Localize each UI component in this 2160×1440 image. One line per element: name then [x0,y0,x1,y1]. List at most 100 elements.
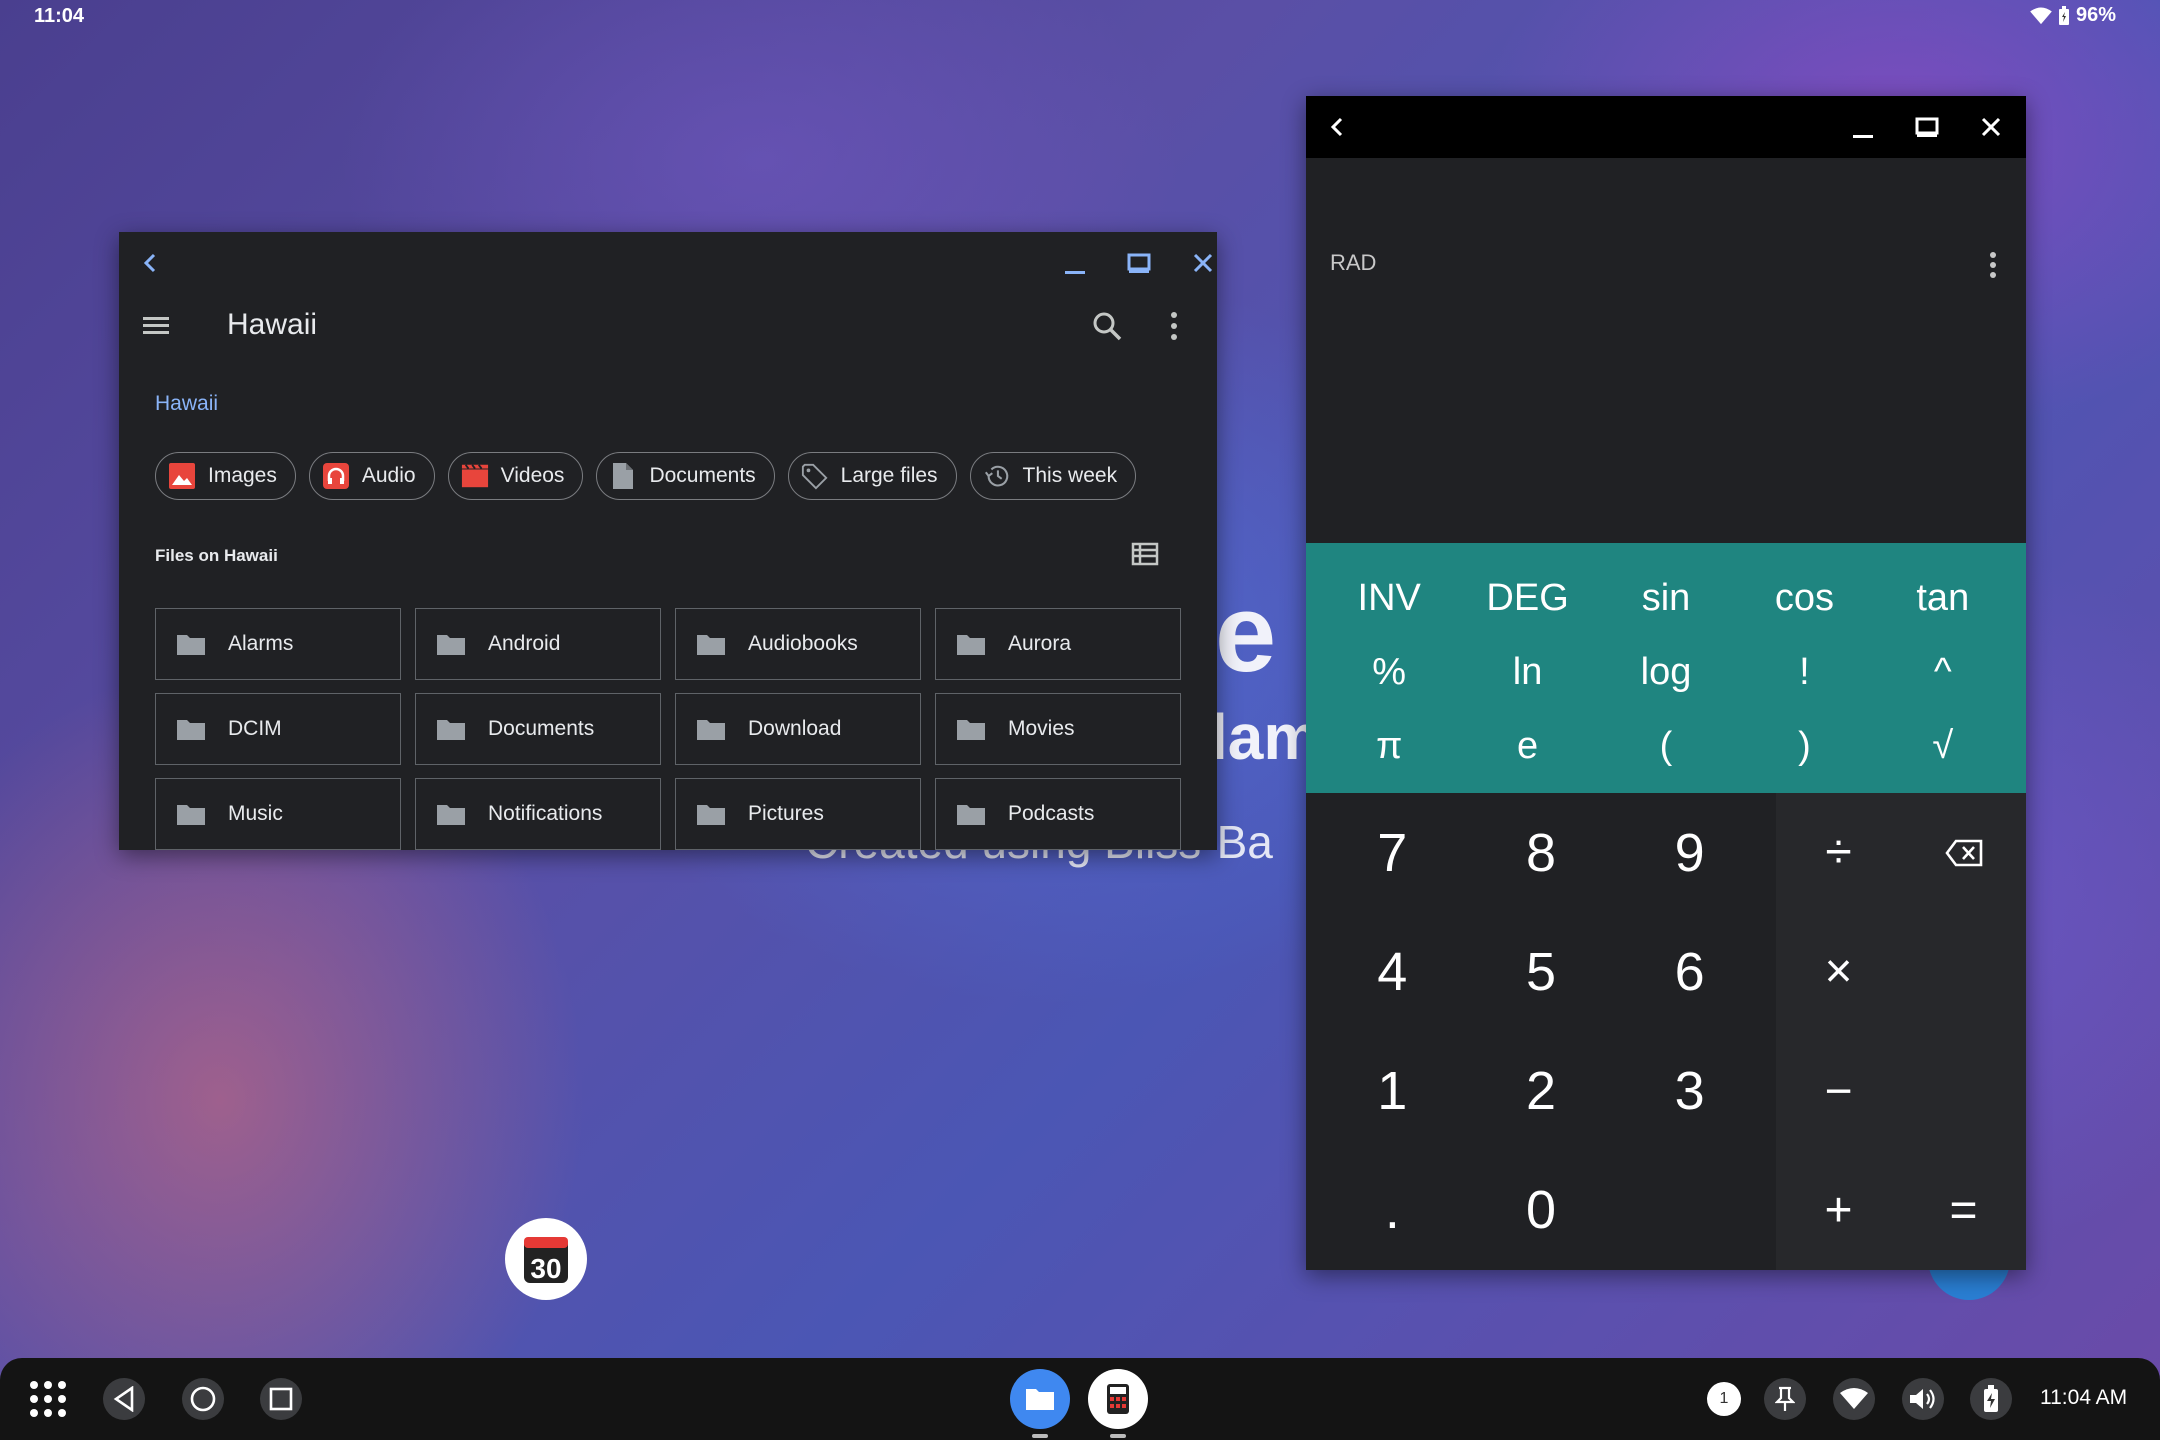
key-e[interactable]: e [1458,709,1596,783]
folder-item[interactable]: Documents [415,693,661,765]
maximize-button[interactable] [1122,246,1156,280]
breadcrumb[interactable]: Hawaii [155,392,218,416]
more-options-button[interactable] [1169,310,1179,347]
key-sqrt[interactable]: √ [1874,709,2012,783]
calendar-app-icon[interactable]: 30 [505,1218,587,1300]
battery-button[interactable] [1970,1378,2012,1420]
chip-images[interactable]: Images [155,452,296,500]
battery-charging-icon [1984,1385,1998,1412]
folder-item[interactable]: Android [415,608,661,680]
key-tan[interactable]: tan [1874,561,2012,635]
key-6[interactable]: 6 [1615,912,1764,1031]
chip-large-files[interactable]: Large files [787,452,957,500]
status-time: 11:04 [34,5,85,27]
chip-label: Audio [361,464,416,487]
key-1[interactable]: 1 [1318,1032,1467,1151]
volume-button[interactable] [1902,1378,1944,1420]
window-titlebar[interactable] [119,232,1217,294]
key-equals[interactable]: = [1901,1151,2026,1270]
calendar-day: 30 [530,1253,561,1284]
window-titlebar[interactable] [1306,96,2026,158]
advanced-functions-panel: INV DEG sin cos tan % ln log ! ^ π e ( )… [1306,543,2026,793]
key-sin[interactable]: sin [1597,561,1735,635]
key-power[interactable]: ^ [1874,635,2012,709]
key-inv[interactable]: INV [1320,561,1458,635]
key-4[interactable]: 4 [1318,912,1467,1031]
chip-label: Large files [840,464,938,487]
key-cos[interactable]: cos [1735,561,1873,635]
empty-key [1615,1151,1764,1270]
tag-icon [801,462,829,490]
folder-item[interactable]: Podcasts [935,778,1181,850]
task-files-app[interactable] [1010,1369,1070,1429]
nav-home-button[interactable] [182,1378,224,1420]
folder-item[interactable]: Movies [935,693,1181,765]
close-button[interactable] [1186,246,1217,280]
key-8[interactable]: 8 [1467,793,1616,912]
key-close-paren[interactable]: ) [1735,709,1873,783]
taskbar-clock[interactable]: 11:04 AM [2040,1386,2127,1410]
key-open-paren[interactable]: ( [1597,709,1735,783]
key-deg[interactable]: DEG [1458,561,1596,635]
folder-item[interactable]: Music [155,778,401,850]
close-button[interactable] [1974,110,2008,144]
navigation-menu-button[interactable] [141,310,171,345]
chip-this-week[interactable]: This week [969,452,1137,500]
wallpaper-text-2: lam [1210,701,1321,773]
folder-item[interactable]: Aurora [935,608,1181,680]
folder-item[interactable]: Audiobooks [675,608,921,680]
chip-label: Documents [649,464,756,487]
key-factorial[interactable]: ! [1735,635,1873,709]
search-button[interactable] [1091,310,1123,347]
key-5[interactable]: 5 [1467,912,1616,1031]
pin-button[interactable] [1764,1378,1806,1420]
folder-name: Aurora [1008,632,1072,655]
chip-audio[interactable]: Audio [308,452,435,500]
key-multiply[interactable]: × [1776,912,1901,1031]
wallpaper-text-1: e [1215,572,1277,695]
key-decimal[interactable]: . [1318,1151,1467,1270]
list-view-toggle[interactable] [1131,542,1159,571]
folder-item[interactable]: Pictures [675,778,921,850]
nav-back-button[interactable] [103,1378,145,1420]
folder-name: Music [228,802,283,825]
wifi-button[interactable] [1833,1378,1875,1420]
key-log[interactable]: log [1597,635,1735,709]
key-3[interactable]: 3 [1615,1032,1764,1151]
minimize-button[interactable] [1058,246,1092,280]
pin-icon [1775,1386,1795,1411]
chip-label: This week [1022,464,1118,487]
back-button[interactable] [133,246,167,280]
nav-recents-button[interactable] [260,1378,302,1420]
key-pi[interactable]: π [1320,709,1458,783]
folder-icon [437,720,465,740]
key-plus[interactable]: + [1776,1151,1901,1270]
audio-icon [322,462,350,490]
key-0[interactable]: 0 [1467,1151,1616,1270]
notification-count-badge[interactable]: 1 [1707,1382,1741,1416]
key-7[interactable]: 7 [1318,793,1467,912]
folder-name: DCIM [228,717,282,740]
maximize-button[interactable] [1910,110,1944,144]
more-options-button[interactable] [1988,250,1998,285]
chip-documents[interactable]: Documents [596,452,775,500]
key-divide[interactable]: ÷ [1776,793,1901,912]
chip-videos[interactable]: Videos [447,452,584,500]
key-2[interactable]: 2 [1467,1032,1616,1151]
key-minus[interactable]: − [1776,1032,1901,1151]
folder-item[interactable]: Download [675,693,921,765]
key-9[interactable]: 9 [1615,793,1764,912]
key-percent[interactable]: % [1320,635,1458,709]
minimize-button[interactable] [1846,110,1880,144]
back-button[interactable] [1320,110,1354,144]
task-calculator-app[interactable] [1088,1369,1148,1429]
delete-button[interactable] [1901,793,2026,912]
folder-item[interactable]: Alarms [155,608,401,680]
video-icon [461,462,489,490]
files-window: Hawaii Hawaii Images Audio Videos Docume… [119,232,1217,850]
folder-item[interactable]: Notifications [415,778,661,850]
app-drawer-button[interactable] [24,1377,72,1421]
key-ln[interactable]: ln [1458,635,1596,709]
folder-icon [697,635,725,655]
folder-item[interactable]: DCIM [155,693,401,765]
